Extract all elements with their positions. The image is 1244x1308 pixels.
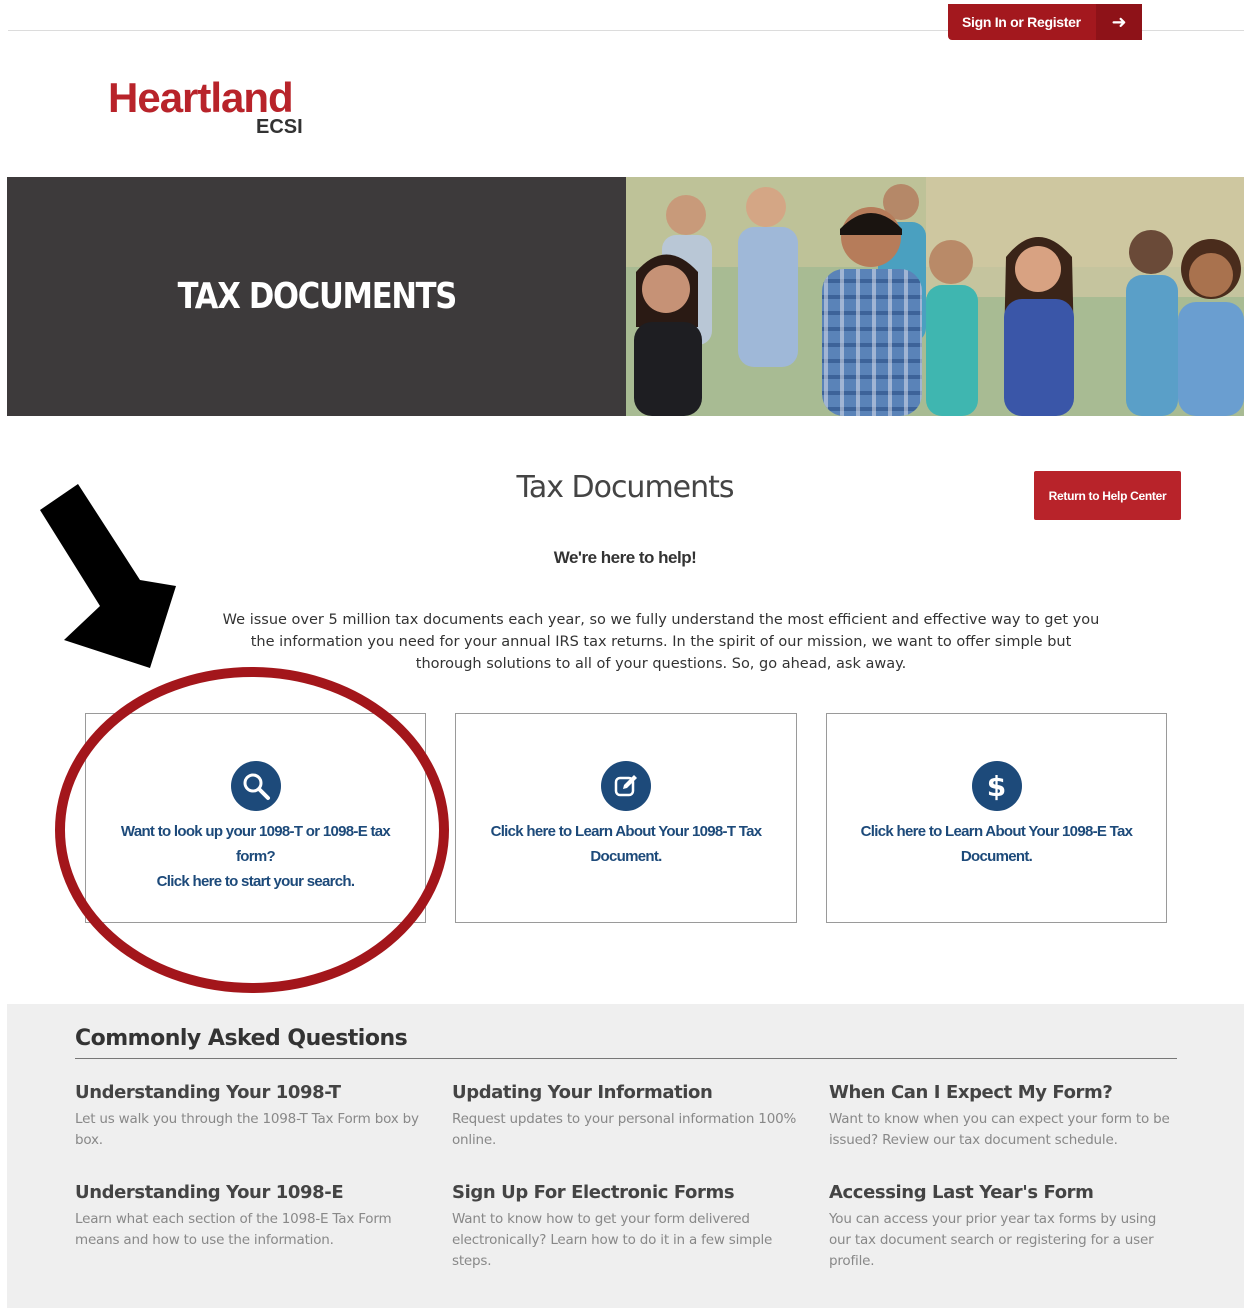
search-icon xyxy=(230,761,281,811)
faq-item-when-expect-form[interactable]: When Can I Expect My Form? Want to know … xyxy=(829,1082,1179,1151)
faq-item-understanding-1098-t[interactable]: Understanding Your 1098-T Let us walk yo… xyxy=(75,1082,425,1151)
sign-in-register-button[interactable]: Sign In or Register ➜ xyxy=(948,4,1142,40)
faq-item-body: Request updates to your personal informa… xyxy=(452,1111,797,1148)
faq-item-title[interactable]: When Can I Expect My Form? xyxy=(829,1082,1179,1103)
faq-item-title[interactable]: Sign Up For Electronic Forms xyxy=(452,1182,802,1203)
faq-item-electronic-forms[interactable]: Sign Up For Electronic Forms Want to kno… xyxy=(452,1182,802,1272)
students-photo xyxy=(626,177,1244,416)
learn-1098-e-card[interactable]: $ Click here to Learn About Your 1098-E … xyxy=(826,713,1167,923)
faq-item-title[interactable]: Understanding Your 1098-T xyxy=(75,1082,425,1103)
logo-brand: Heartland xyxy=(108,74,294,121)
faq-item-title[interactable]: Accessing Last Year's Form xyxy=(829,1182,1179,1203)
intro-text: We issue over 5 million tax documents ea… xyxy=(222,612,1100,672)
lookup-tax-form-card[interactable]: Want to look up your 1098-T or 1098-E ta… xyxy=(85,713,426,923)
faq-item-body: Learn what each section of the 1098-E Ta… xyxy=(75,1211,392,1248)
lookup-card-line2[interactable]: Click here to start your search. xyxy=(106,869,405,894)
faq-item-body: Want to know how to get your form delive… xyxy=(452,1211,773,1269)
faq-item-updating-information[interactable]: Updating Your Information Request update… xyxy=(452,1082,802,1151)
faq-item-title[interactable]: Updating Your Information xyxy=(452,1082,802,1103)
faq-item-understanding-1098-e[interactable]: Understanding Your 1098-E Learn what eac… xyxy=(75,1182,425,1251)
dollar-icon: $ xyxy=(971,761,1022,811)
logo-sub: ECSI xyxy=(256,116,303,138)
learn-1098-e-text[interactable]: Click here to Learn About Your 1098-E Ta… xyxy=(827,819,1166,869)
faq-item-body: Let us walk you through the 1098-T Tax F… xyxy=(75,1111,419,1148)
learn-1098-t-card[interactable]: Click here to Learn About Your 1098-T Ta… xyxy=(455,713,797,923)
faq-heading: Commonly Asked Questions xyxy=(75,1026,408,1051)
faq-section: Commonly Asked Questions Understanding Y… xyxy=(7,1004,1244,1308)
hero-banner: TAX DOCUMENTS xyxy=(7,177,1244,416)
sign-in-label: Sign In or Register xyxy=(962,14,1081,30)
tagline: We're here to help! xyxy=(553,548,697,567)
lookup-card-text[interactable]: Want to look up your 1098-T or 1098-E ta… xyxy=(86,819,425,894)
edit-icon xyxy=(601,761,651,811)
faq-divider xyxy=(75,1058,1177,1059)
faq-item-body: You can access your prior year tax forms… xyxy=(829,1211,1157,1269)
hero-title: TAX DOCUMENTS xyxy=(177,276,457,317)
heartland-logo[interactable]: Heartland ECSI xyxy=(108,74,308,139)
annotation-arrow xyxy=(40,484,176,668)
students-illustration xyxy=(626,177,1244,416)
lookup-card-line1[interactable]: Want to look up your 1098-T or 1098-E ta… xyxy=(106,819,405,869)
faq-item-title[interactable]: Understanding Your 1098-E xyxy=(75,1182,425,1203)
return-to-help-center-button[interactable]: Return to Help Center xyxy=(1034,471,1181,520)
faq-item-last-years-form[interactable]: Accessing Last Year's Form You can acces… xyxy=(829,1182,1179,1272)
arrow-right-icon: ➜ xyxy=(1096,4,1142,40)
faq-item-body: Want to know when you can expect your fo… xyxy=(829,1111,1170,1148)
learn-1098-t-text[interactable]: Click here to Learn About Your 1098-T Ta… xyxy=(456,819,796,869)
hero-title-panel: TAX DOCUMENTS xyxy=(7,177,626,416)
